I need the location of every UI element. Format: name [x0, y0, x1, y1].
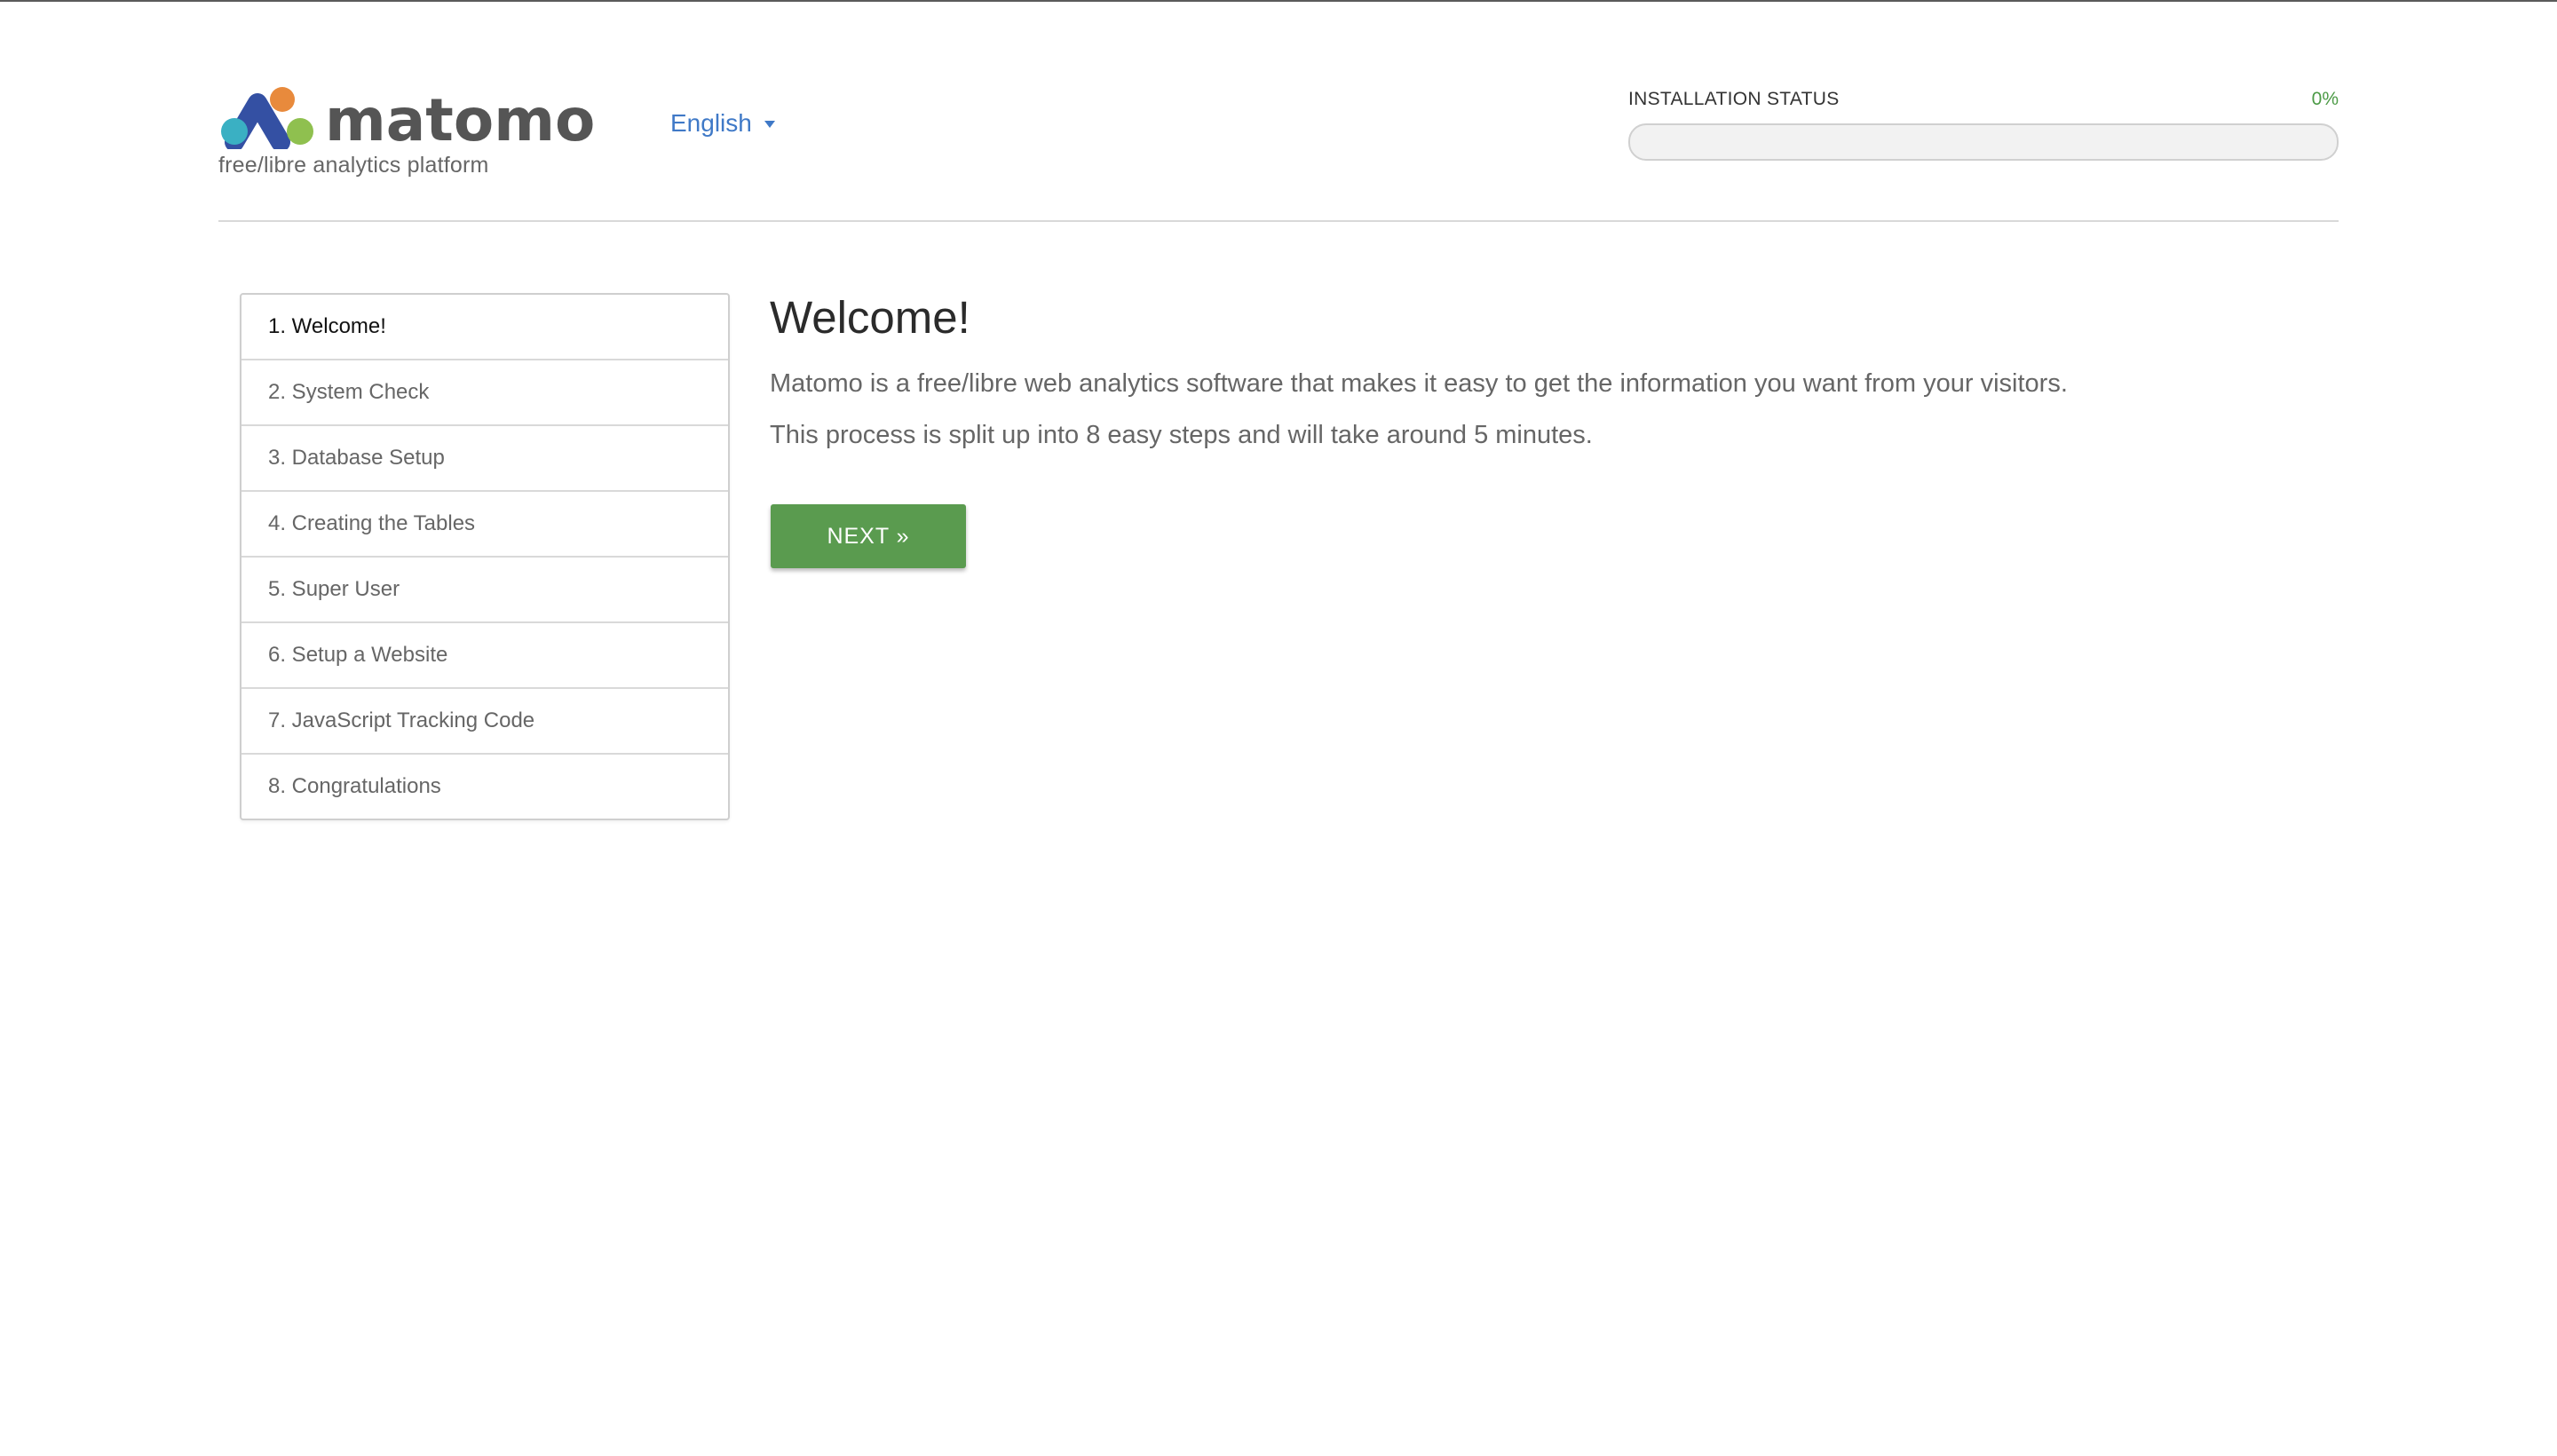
caret-down-icon: [764, 121, 775, 128]
step-system-check[interactable]: 2. System Check: [241, 359, 728, 424]
intro-paragraph: Matomo is a free/libre web analytics sof…: [770, 369, 2068, 398]
page-title: Welcome!: [770, 292, 970, 343]
installation-status-percent: 0%: [2311, 89, 2339, 109]
step-congratulations[interactable]: 8. Congratulations: [241, 753, 728, 819]
top-border: [0, 0, 2557, 2]
installation-progress-bar: [1628, 123, 2339, 161]
logo-wordmark: matomo: [325, 87, 595, 149]
tagline: free/libre analytics platform: [218, 153, 489, 178]
steps-info-paragraph: This process is split up into 8 easy ste…: [770, 421, 1593, 449]
matomo-logo[interactable]: matomo: [218, 87, 609, 149]
step-javascript-tracking[interactable]: 7. JavaScript Tracking Code: [241, 687, 728, 753]
header-divider: [218, 220, 2339, 222]
next-button[interactable]: NEXT »: [771, 504, 966, 568]
installation-steps-list: 1. Welcome! 2. System Check 3. Database …: [240, 293, 730, 820]
step-welcome[interactable]: 1. Welcome!: [241, 295, 728, 359]
step-creating-tables[interactable]: 4. Creating the Tables: [241, 490, 728, 556]
step-super-user[interactable]: 5. Super User: [241, 556, 728, 621]
step-database-setup[interactable]: 3. Database Setup: [241, 424, 728, 490]
step-setup-website[interactable]: 6. Setup a Website: [241, 621, 728, 687]
language-selector[interactable]: English: [670, 109, 775, 138]
language-label: English: [670, 109, 752, 137]
installer-page: matomo free/libre analytics platform Eng…: [0, 0, 2557, 1456]
matomo-logo-icon: matomo: [221, 87, 595, 149]
installation-status-label: INSTALLATION STATUS: [1628, 89, 1840, 109]
